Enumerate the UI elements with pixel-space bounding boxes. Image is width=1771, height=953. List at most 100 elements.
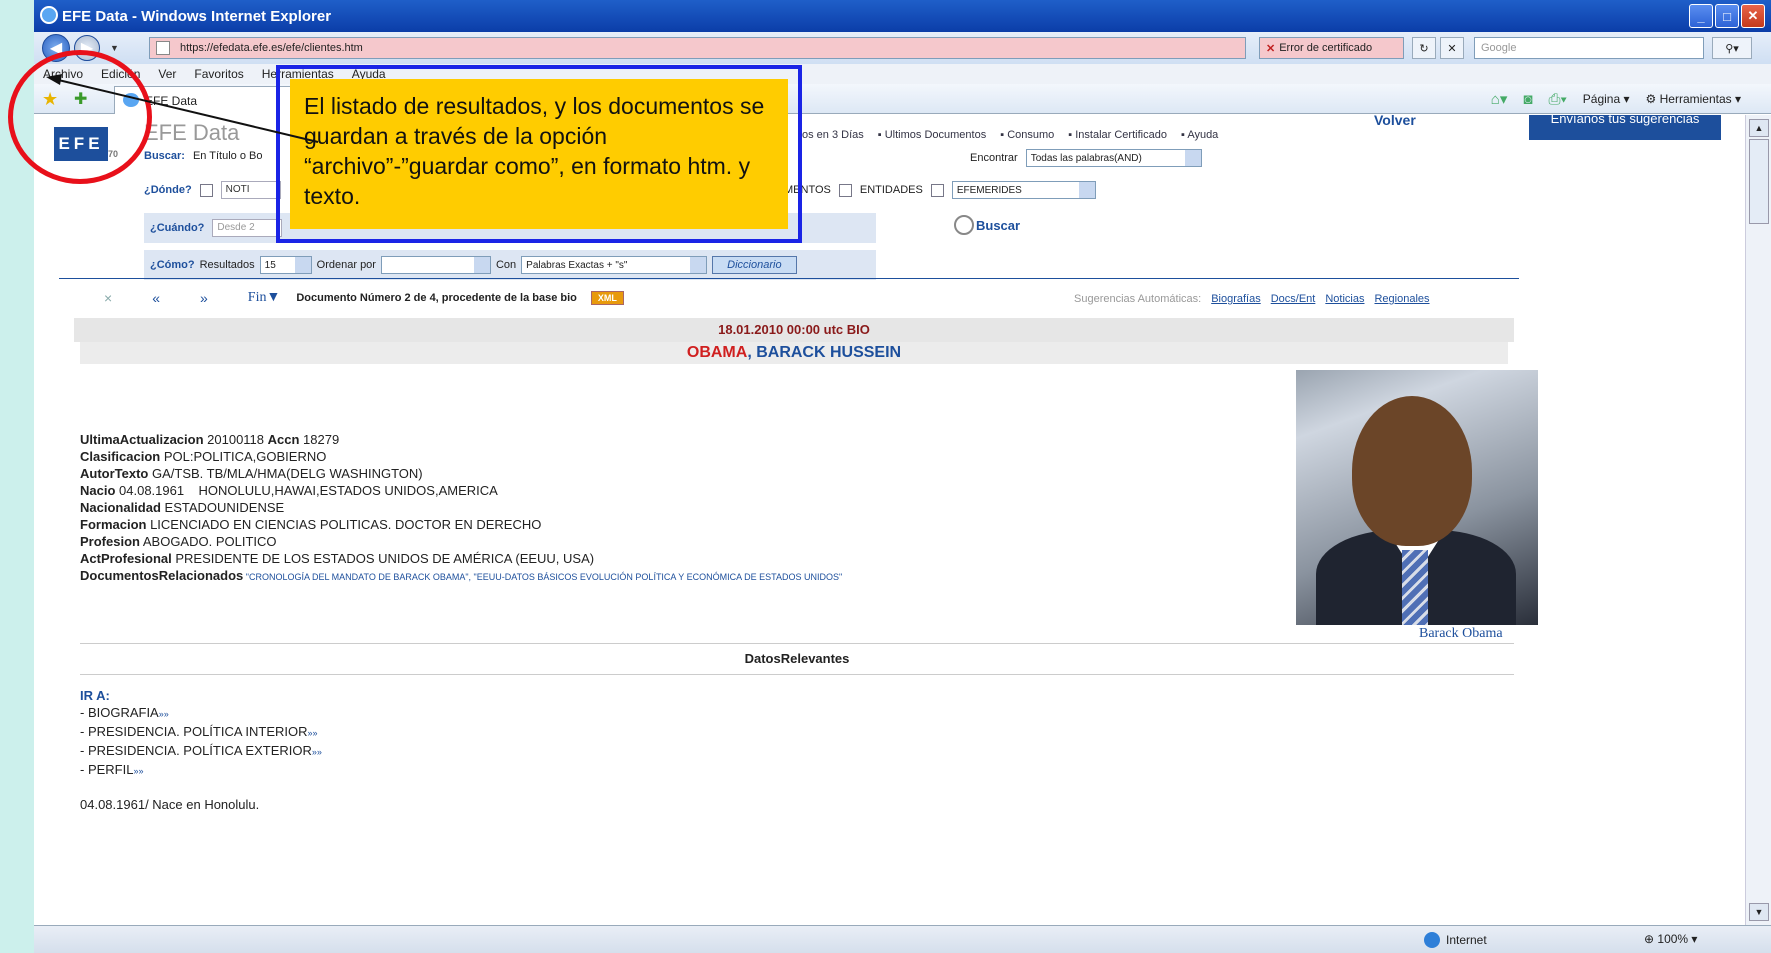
nav-ultimos-label: Ultimos Documentos (884, 129, 987, 141)
close-button[interactable]: ✕ (1741, 4, 1765, 28)
field-row: UltimaActualizacion 20100118 Accn 18279 (80, 431, 842, 448)
refresh-button[interactable]: ↻ (1412, 37, 1436, 59)
field-key: AutorTexto (80, 466, 149, 481)
ir-a-link: »» (133, 766, 144, 776)
menu-ver[interactable]: Ver (149, 67, 185, 81)
zoom-control[interactable]: ⊕ 100% ▾ (1644, 932, 1697, 946)
page-menu[interactable]: Página ▾ (1583, 92, 1630, 106)
gear-icon: ⚙ (1645, 92, 1657, 106)
resultados-label: Resultados (199, 259, 255, 271)
nav-ultimos[interactable]: ▪ Ultimos Documentos (878, 129, 986, 141)
nav-consumo[interactable]: ▪ Consumo (1000, 129, 1054, 141)
como-row: ¿Cómo? Resultados 15 Ordenar por Con Pal… (144, 250, 876, 280)
url-text: https://efedata.efe.es/efe/clientes.htm (180, 42, 363, 54)
entidades-checkbox[interactable] (838, 183, 852, 197)
portrait-photo (1296, 370, 1538, 625)
scroll-down-icon[interactable]: ▼ (1749, 903, 1769, 921)
history-dropdown-icon[interactable]: ▼ (110, 43, 119, 53)
field-row: Clasificacion POL:POLITICA,GOBIERNO (80, 448, 842, 465)
fin-button[interactable]: Fin▼ (248, 290, 281, 306)
field-value: 18279 (299, 432, 340, 447)
print-icon[interactable]: ⎙▾ (1548, 91, 1566, 108)
tab-label: EFE Data (145, 93, 198, 108)
prev-doc-button[interactable]: « (152, 290, 160, 306)
sug-noticias-link[interactable]: Noticias (1325, 293, 1364, 305)
noticias-checkbox[interactable] (199, 183, 213, 197)
field-row: Formacion LICENCIADO EN CIENCIAS POLITIC… (80, 516, 842, 533)
xml-button[interactable]: XML (590, 291, 624, 305)
efemerides-select[interactable]: EFEMERIDES (951, 181, 1096, 199)
nav-3dias[interactable]: os en 3 Días (802, 129, 864, 141)
document-nav: × « » Fin▼ Documento Número 2 de 4, proc… (104, 290, 624, 306)
ie-icon (40, 6, 58, 24)
field-key: Accn (267, 432, 300, 447)
surname: OBAMA (686, 344, 748, 361)
scroll-thumb[interactable] (1749, 139, 1769, 224)
ir-a-item-biografia[interactable]: - BIOGRAFIA»» (80, 704, 322, 723)
zone-label: Internet (1446, 933, 1487, 947)
url-field[interactable]: https://efedata.efe.es/efe/clientes.htm (149, 37, 1246, 59)
security-zone[interactable]: Internet (1424, 932, 1487, 948)
maximize-button[interactable]: □ (1715, 4, 1739, 28)
desde-input[interactable]: Desde 2 (212, 219, 283, 237)
cuando-label: ¿Cuándo? (150, 222, 205, 234)
ir-a-item-exterior[interactable]: - PRESIDENCIA. POLÍTICA EXTERIOR»» (80, 742, 322, 761)
scroll-up-icon[interactable]: ▲ (1749, 119, 1769, 137)
diccionario-button[interactable]: Diccionario (712, 256, 797, 274)
title-bar: EFE Data - Windows Internet Explorer _ □… (34, 0, 1771, 32)
docs-rel-link[interactable]: "CRONOLOGÍA DEL MANDATO DE BARACK OBAMA"… (243, 572, 842, 582)
sug-docs-link[interactable]: Docs/Ent (1271, 293, 1316, 305)
menu-favoritos[interactable]: Favoritos (185, 67, 252, 81)
ir-a-item-perfil[interactable]: - PERFIL»» (80, 761, 322, 780)
cert-error-label: Error de certificado (1279, 42, 1373, 54)
close-doc-icon[interactable]: × (104, 290, 112, 306)
ir-a-link: »» (307, 728, 318, 738)
ordenar-select[interactable] (380, 256, 491, 274)
search-input[interactable]: Google (1474, 37, 1704, 59)
page-icon (156, 41, 170, 55)
next-doc-button[interactable]: » (200, 290, 208, 306)
datos-relevantes-heading: DatosRelevantes (80, 643, 1514, 675)
ir-a-list: IR A: - BIOGRAFIA»» - PRESIDENCIA. POLÍT… (80, 687, 322, 780)
nav-consumo-label: Consumo (1007, 129, 1055, 141)
callout-text: El listado de resultados, y los document… (290, 79, 788, 229)
certificate-error-button[interactable]: ✕ Error de certificado (1259, 37, 1404, 59)
vertical-scrollbar[interactable]: ▲ ▼ (1745, 115, 1771, 925)
chronology-entry: 04.08.1961/ Nace en Honolulu. (80, 797, 260, 812)
window-title: EFE Data - Windows Internet Explorer (62, 7, 332, 25)
field-value: ABOGADO. POLITICO (139, 534, 277, 549)
sugerencias-button[interactable]: Envíanos tus sugerencias (1529, 115, 1721, 140)
ir-a-item-interior[interactable]: - PRESIDENCIA. POLÍTICA INTERIOR»» (80, 723, 322, 742)
minimize-button[interactable]: _ (1689, 4, 1713, 28)
nav-certificado[interactable]: ▪ Instalar Certificado (1068, 129, 1167, 141)
buscar-button[interactable]: Buscar (954, 215, 1020, 235)
ir-a-item-label: - PERFIL (80, 762, 134, 777)
donde-label: ¿Dónde? (144, 184, 192, 196)
sug-label: Sugerencias Automáticas: (1074, 293, 1202, 305)
efemerides-value: EFEMERIDES (956, 184, 1022, 196)
tools-menu[interactable]: ⚙ Herramientas ▾ (1646, 92, 1742, 106)
con-select[interactable]: Palabras Exactas + "s" (521, 256, 708, 274)
con-value: Palabras Exactas + "s" (526, 259, 628, 271)
resultados-select[interactable]: 15 (259, 256, 312, 274)
field-key: Nacionalidad (80, 500, 161, 515)
noticias-label: NOTI (220, 181, 281, 199)
volver-link[interactable]: Volver (1374, 115, 1416, 128)
search-icon[interactable]: ⚲▾ (1712, 37, 1752, 59)
field-value: 04.08.1961 HONOLULU,HAWAI,ESTADOS UNIDOS… (115, 483, 498, 498)
efemerides-checkbox[interactable] (930, 183, 944, 197)
stop-button[interactable]: ✕ (1440, 37, 1464, 59)
sug-biografias-link[interactable]: Biografías (1211, 293, 1261, 305)
ir-a-item-label: - PRESIDENCIA. POLÍTICA EXTERIOR (80, 743, 312, 758)
home-icon[interactable]: ⌂▾ (1491, 90, 1508, 108)
entidades-label: ENTIDADES (859, 184, 923, 196)
nav-ayuda[interactable]: ▪ Ayuda (1181, 129, 1218, 141)
doc-date: 18.01.2010 00:00 utc BIO (74, 318, 1514, 342)
annotation-callout: El listado de resultados, y los document… (276, 65, 802, 243)
encontrar-select[interactable]: Todas las palabras(AND) (1025, 149, 1202, 167)
field-value: LICENCIADO EN CIENCIAS POLITICAS. DOCTOR… (146, 517, 542, 532)
feeds-icon[interactable]: ◙ (1523, 91, 1532, 108)
document: 18.01.2010 00:00 utc BIO OBAMA, BARACK H… (74, 318, 1538, 925)
sug-regionales-link[interactable]: Regionales (1374, 293, 1429, 305)
resultados-value: 15 (264, 259, 276, 271)
